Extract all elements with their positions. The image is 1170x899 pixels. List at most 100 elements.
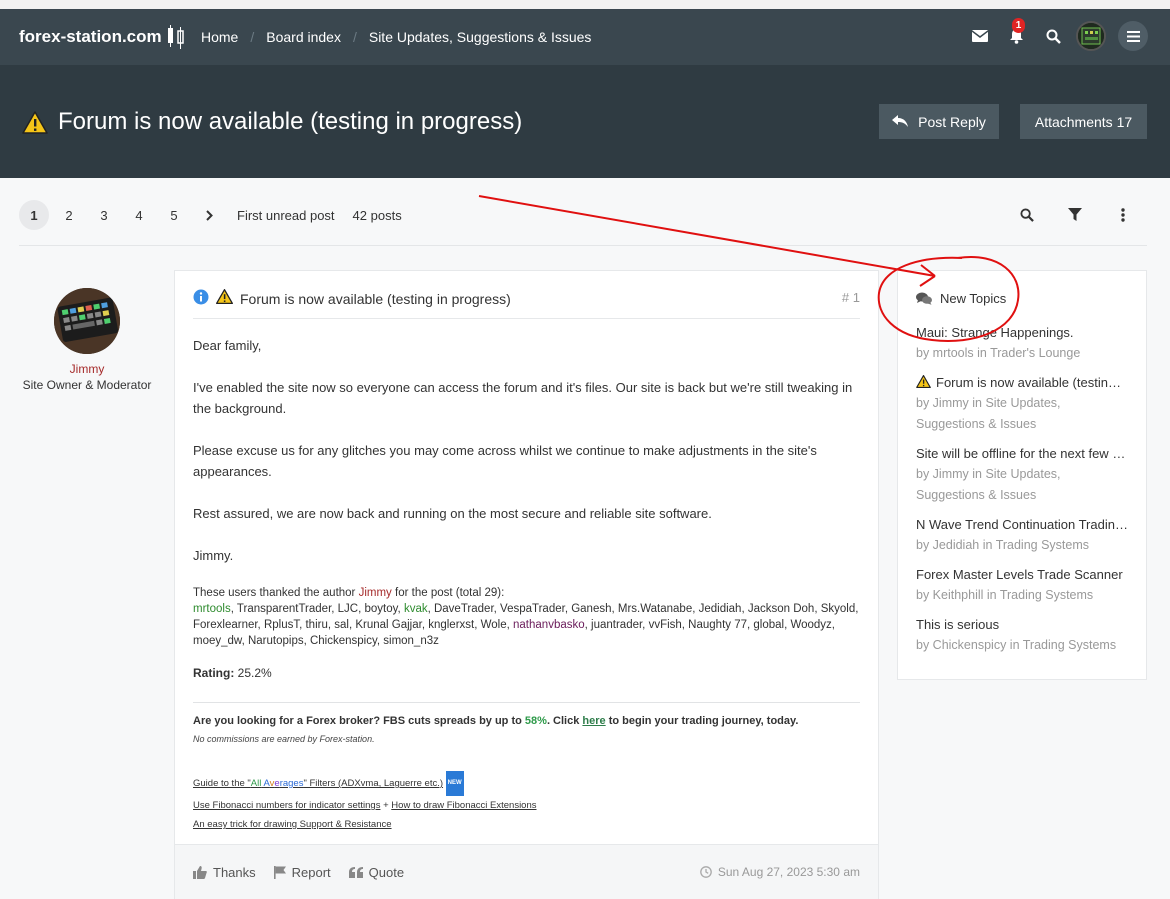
nav-link-home[interactable]: Home bbox=[201, 29, 238, 45]
keyboard-avatar-image bbox=[1078, 23, 1104, 49]
link-text: All bbox=[250, 778, 262, 790]
signature-link-row: An easy trick for drawing Support & Resi… bbox=[193, 815, 537, 834]
post-count: 42 posts bbox=[352, 207, 402, 223]
topic-link[interactable]: This is serious bbox=[916, 616, 1128, 634]
support-resistance-link[interactable]: An easy trick for drawing Support & Resi… bbox=[193, 819, 392, 830]
post-number-link[interactable]: # 1 bbox=[842, 290, 860, 305]
topic-link[interactable]: N Wave Trend Continuation Trading System bbox=[916, 516, 1128, 534]
fibonacci-extensions-link[interactable]: How to draw Fibonacci Extensions bbox=[391, 800, 536, 811]
search-icon bbox=[1020, 208, 1034, 222]
topic-link[interactable]: Forum is now available (testing in progr… bbox=[916, 374, 1128, 392]
averages-guide-link[interactable]: Guide to the "All Averages" Filters (ADX… bbox=[193, 778, 443, 789]
thanks-button[interactable]: Thanks bbox=[193, 865, 256, 880]
attachments-label: Attachments 17 bbox=[1034, 113, 1133, 130]
hamburger-menu-icon bbox=[1126, 30, 1140, 42]
topic-meta: by Keithphill in Trading Systems bbox=[916, 588, 1094, 602]
topic-meta: by mrtools in Trader's Lounge bbox=[916, 346, 1081, 360]
filter-icon bbox=[1068, 208, 1082, 221]
main-menu-button[interactable] bbox=[1118, 21, 1148, 51]
topic-meta: by Chickenspicy in Trading Systems bbox=[916, 638, 1117, 652]
messages-button[interactable] bbox=[961, 20, 998, 52]
thanks-label: Thanks bbox=[213, 864, 256, 880]
info-icon bbox=[193, 289, 209, 305]
first-unread-link[interactable]: First unread post bbox=[237, 208, 335, 223]
new-topics-list: Maui: Strange Happenings. by mrtools in … bbox=[916, 324, 1128, 666]
nav-link-forum[interactable]: Site Updates, Suggestions & Issues bbox=[369, 29, 592, 45]
reply-arrow-icon bbox=[892, 115, 909, 127]
post-header: Forum is now available (testing in progr… bbox=[193, 289, 860, 319]
author-avatar[interactable] bbox=[54, 288, 120, 354]
search-topic-button[interactable] bbox=[1003, 200, 1051, 230]
broker-ad: Are you looking for a Forex broker? FBS … bbox=[193, 715, 860, 744]
post-reply-label: Post Reply bbox=[918, 113, 986, 130]
new-badge: NEW bbox=[445, 771, 464, 796]
ad-text: . Click bbox=[546, 715, 580, 727]
author-rank: Site Owner & Moderator bbox=[22, 378, 152, 392]
warning-icon bbox=[216, 289, 233, 304]
nav-link-board-index[interactable]: Board index bbox=[266, 29, 341, 45]
post-number: 1 bbox=[852, 290, 860, 305]
link-text: Guide to the " bbox=[193, 778, 251, 790]
broker-ad-text: Are you looking for a Forex broker? FBS … bbox=[193, 715, 860, 727]
ad-text: to begin your trading journey, today. bbox=[608, 715, 799, 727]
page-button-2[interactable]: 2 bbox=[54, 200, 84, 230]
post-rating: Rating: 25.2% bbox=[193, 663, 860, 684]
quote-button[interactable]: Quote bbox=[348, 864, 405, 880]
topic-link[interactable]: Forex Master Levels Trade Scanner bbox=[916, 566, 1128, 584]
topic-link[interactable]: Site will be offline for the next few ho… bbox=[916, 445, 1128, 463]
quote-label: Quote bbox=[368, 864, 405, 880]
thanks-user-link[interactable]: mrtools bbox=[193, 603, 231, 615]
thanks-users-text: , TransparentTrader, LJC, boytoy, bbox=[230, 603, 401, 615]
ad-percent: 58% bbox=[524, 715, 547, 727]
post-title[interactable]: Forum is now available (testing in progr… bbox=[240, 289, 511, 309]
page-button-1[interactable]: 1 bbox=[19, 200, 49, 230]
ad-here-link[interactable]: here bbox=[582, 715, 605, 727]
site-logo[interactable]: forex-station.com bbox=[19, 25, 188, 49]
pagination-bar: 1 2 3 4 5 First unread post 42 posts bbox=[19, 200, 1147, 230]
user-avatar[interactable] bbox=[1076, 21, 1106, 51]
thanks-list: These users thanked the author Jimmy for… bbox=[193, 585, 860, 649]
report-button[interactable]: Report bbox=[273, 865, 331, 880]
vertical-ellipsis-icon bbox=[1121, 208, 1125, 222]
signature-links: Guide to the "All Averages" Filters (ADX… bbox=[193, 771, 537, 834]
page-button-4[interactable]: 4 bbox=[124, 200, 154, 230]
search-button[interactable] bbox=[1035, 20, 1072, 52]
post-greeting: Dear family, bbox=[193, 338, 262, 353]
topic-meta: by Jimmy in Site Updates, Suggestions & … bbox=[916, 396, 1061, 431]
post-reply-button[interactable]: Post Reply bbox=[879, 104, 999, 139]
topic-meta: by Jimmy in Site Updates, Suggestions & … bbox=[916, 467, 1061, 502]
link-text: " Filters (ADXvma, Laguerre etc.) bbox=[303, 778, 444, 790]
hash-icon: # bbox=[841, 290, 850, 305]
keyboard-avatar-image bbox=[54, 288, 120, 354]
flag-icon bbox=[273, 865, 286, 879]
site-logo-text[interactable]: forex-station.com bbox=[19, 27, 162, 47]
attachments-button[interactable]: Attachments 17 bbox=[1020, 104, 1147, 139]
topic-title-row: Forum is now available (testing in progr… bbox=[22, 108, 522, 136]
author-name[interactable]: Jimmy bbox=[0, 362, 174, 376]
fibonacci-settings-link[interactable]: Use Fibonacci numbers for indicator sett… bbox=[193, 800, 380, 811]
rating-value: 25.2% bbox=[237, 666, 272, 680]
topic-options-button[interactable] bbox=[1099, 200, 1147, 230]
next-page-button[interactable] bbox=[194, 200, 224, 230]
post-footer: Thanks Report Quote Sun Aug 27, 2023 5:3… bbox=[175, 844, 878, 899]
pager-divider bbox=[19, 245, 1147, 246]
topic-tools bbox=[1003, 200, 1147, 230]
topic-meta: by Jedidiah in Trading Systems bbox=[916, 538, 1090, 552]
post-paragraph: I've enabled the site now so everyone ca… bbox=[193, 380, 853, 416]
list-item: Forum is now available (testing in progr… bbox=[916, 374, 1128, 435]
thanks-user-link[interactable]: nathanvbasko bbox=[513, 619, 585, 631]
list-item: Forex Master Levels Trade Scanner by Kei… bbox=[916, 566, 1128, 606]
thanks-users: mrtools, TransparentTrader, LJC, boytoy,… bbox=[193, 601, 860, 649]
page-button-5[interactable]: 5 bbox=[159, 200, 189, 230]
clock-icon bbox=[700, 866, 712, 878]
thanks-author-link[interactable]: Jimmy bbox=[359, 587, 392, 599]
link-text: rages bbox=[279, 778, 304, 790]
post-signoff: Jimmy. bbox=[193, 548, 234, 563]
filter-button[interactable] bbox=[1051, 200, 1099, 230]
thanks-user-link[interactable]: kvak bbox=[404, 603, 428, 615]
breadcrumb-separator: / bbox=[352, 29, 357, 45]
notification-count-badge: 1 bbox=[1012, 18, 1025, 33]
page-button-3[interactable]: 3 bbox=[89, 200, 119, 230]
topic-link[interactable]: Maui: Strange Happenings. bbox=[916, 324, 1128, 342]
notifications-button[interactable]: 1 bbox=[998, 18, 1035, 52]
